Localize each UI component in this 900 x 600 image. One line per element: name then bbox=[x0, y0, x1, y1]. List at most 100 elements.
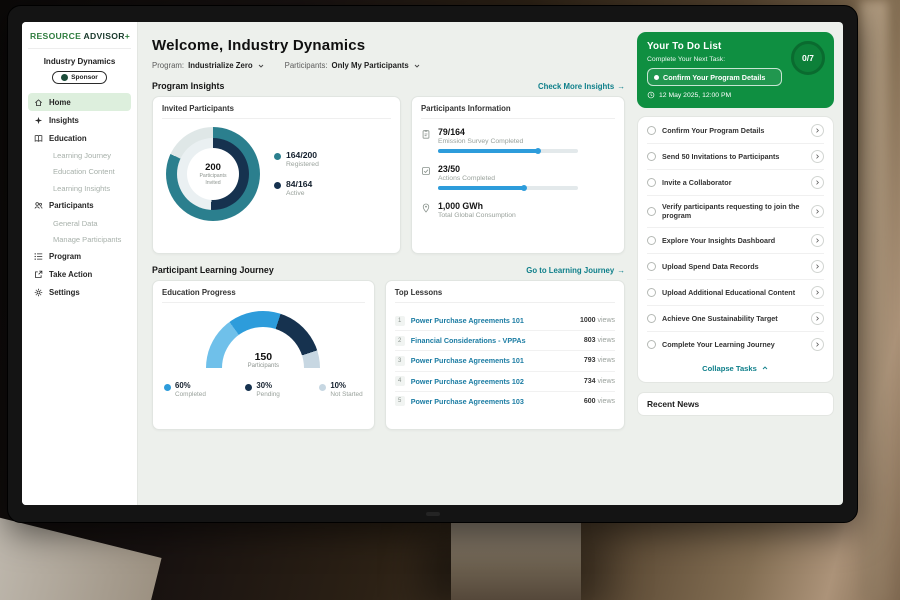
lesson-link[interactable]: Power Purchase Agreements 103 bbox=[411, 397, 578, 406]
todo-task-row[interactable]: Send 50 Invitations to Participants bbox=[647, 144, 824, 170]
collapse-tasks-link[interactable]: Collapse Tasks bbox=[647, 357, 824, 381]
sidebar-item-education-content[interactable]: Education Content bbox=[28, 164, 131, 181]
task-label: Confirm Your Program Details bbox=[662, 126, 805, 135]
task-open-button[interactable] bbox=[811, 312, 824, 325]
collapse-label: Collapse Tasks bbox=[702, 364, 757, 373]
task-open-button[interactable] bbox=[811, 150, 824, 163]
chevron-down-icon bbox=[257, 62, 265, 70]
sidebar-item-participants[interactable]: Participants bbox=[28, 197, 131, 215]
lesson-rank: 4 bbox=[395, 376, 405, 386]
sidebar-item-label: General Data bbox=[53, 219, 98, 228]
task-open-button[interactable] bbox=[811, 286, 824, 299]
sidebar-item-education[interactable]: Education bbox=[28, 129, 131, 147]
stat-row: 1,000 GWh Total Global Consumption bbox=[421, 201, 615, 219]
program-filter-label: Program: bbox=[152, 61, 184, 70]
task-open-button[interactable] bbox=[811, 124, 824, 137]
todo-task-row[interactable]: Upload Additional Educational Content bbox=[647, 280, 824, 306]
education-progress-card: Education Progress 150 Participants bbox=[152, 280, 375, 430]
todo-subtitle: Complete Your Next Task: bbox=[647, 56, 824, 63]
sidebar-item-label: Manage Participants bbox=[53, 235, 121, 244]
sponsor-badge-label: Sponsor bbox=[71, 74, 98, 81]
task-checkbox[interactable] bbox=[647, 262, 656, 271]
todo-task-row[interactable]: Verify participants requesting to join t… bbox=[647, 196, 824, 228]
sidebar-item-general-data[interactable]: General Data bbox=[28, 215, 131, 232]
todo-task-row[interactable]: Complete Your Learning Journey bbox=[647, 332, 824, 357]
legend-label: Not Started bbox=[330, 391, 362, 398]
stat-row: 23/50 Actions Completed bbox=[421, 164, 615, 190]
todo-summary-card: Your To Do List 0/7 Complete Your Next T… bbox=[637, 32, 834, 108]
check-more-insights-link[interactable]: Check More Insights → bbox=[538, 82, 625, 91]
sidebar-item-settings[interactable]: Settings bbox=[28, 284, 131, 302]
lesson-link[interactable]: Power Purchase Agreements 101 bbox=[411, 316, 574, 325]
task-open-button[interactable] bbox=[811, 205, 824, 218]
dashboard-screen: RESOURCE ADVISOR+ Industry Dynamics Spon… bbox=[22, 22, 843, 505]
task-open-button[interactable] bbox=[811, 234, 824, 247]
stat-row: 79/164 Emission Survey Completed bbox=[421, 127, 615, 153]
donut-legend: 164/200 Registered 84/164 Active bbox=[274, 151, 319, 198]
logo-plus: + bbox=[125, 31, 130, 41]
lesson-link[interactable]: Financial Considerations - VPPAs bbox=[411, 336, 578, 345]
card-title: Invited Participants bbox=[162, 104, 391, 119]
todo-task-row[interactable]: Invite a Collaborator bbox=[647, 170, 824, 196]
sidebar-item-label: Learning Journey bbox=[53, 151, 111, 160]
main-content: Welcome, Industry Dynamics Program: Indu… bbox=[138, 22, 637, 505]
task-checkbox[interactable] bbox=[647, 126, 656, 135]
lesson-link[interactable]: Power Purchase Agreements 102 bbox=[411, 377, 578, 386]
participants-filter[interactable]: Participants: Only My Participants bbox=[285, 61, 421, 70]
sidebar-item-learning-insights[interactable]: Learning Insights bbox=[28, 180, 131, 197]
task-open-button[interactable] bbox=[811, 260, 824, 273]
legend-item: 10% Not Started bbox=[319, 382, 362, 398]
program-filter-value: Industrialize Zero bbox=[188, 61, 253, 70]
sidebar-item-take-action[interactable]: Take Action bbox=[28, 266, 131, 284]
sponsor-icon bbox=[61, 74, 68, 81]
sidebar-item-learning-journey[interactable]: Learning Journey bbox=[28, 147, 131, 164]
sidebar-item-home[interactable]: Home bbox=[28, 93, 131, 111]
lesson-row: 4 Power Purchase Agreements 102 734 view… bbox=[395, 372, 615, 392]
org-name: Industry Dynamics bbox=[28, 57, 131, 66]
home-icon bbox=[34, 98, 43, 107]
section-title: Program Insights bbox=[152, 81, 224, 91]
task-checkbox[interactable] bbox=[647, 288, 656, 297]
lesson-views-value: 803 bbox=[584, 337, 596, 344]
go-to-learning-journey-link[interactable]: Go to Learning Journey → bbox=[526, 266, 625, 275]
location-pin-icon bbox=[421, 203, 431, 213]
link-label: Check More Insights bbox=[538, 82, 614, 91]
todo-task-row[interactable]: Upload Spend Data Records bbox=[647, 254, 824, 280]
legend-label: Pending bbox=[256, 391, 279, 398]
task-checkbox[interactable] bbox=[647, 314, 656, 323]
todo-task-row[interactable]: Explore Your Insights Dashboard bbox=[647, 228, 824, 254]
top-lessons-card: Top Lessons 1 Power Purchase Agreements … bbox=[385, 280, 625, 430]
task-checkbox[interactable] bbox=[647, 236, 656, 245]
lesson-views-value: 600 bbox=[584, 398, 596, 405]
chevron-up-icon bbox=[761, 364, 769, 372]
next-task-pill[interactable]: Confirm Your Program Details bbox=[647, 68, 782, 86]
lesson-row: 1 Power Purchase Agreements 101 1000 vie… bbox=[395, 311, 615, 331]
sidebar-item-label: Education bbox=[49, 134, 87, 143]
lesson-link[interactable]: Power Purchase Agreements 101 bbox=[411, 356, 578, 365]
sidebar-item-manage-participants[interactable]: Manage Participants bbox=[28, 231, 131, 248]
sidebar-item-program[interactable]: Program bbox=[28, 248, 131, 266]
chevron-right-icon bbox=[814, 127, 821, 134]
donut-center-value: 200 bbox=[205, 162, 221, 173]
donut-center: 200 Participants Invited bbox=[187, 148, 239, 200]
task-open-button[interactable] bbox=[811, 176, 824, 189]
task-open-button[interactable] bbox=[811, 338, 824, 351]
learning-journey-header: Participant Learning Journey Go to Learn… bbox=[152, 265, 625, 275]
recent-news-header[interactable]: Recent News bbox=[637, 392, 834, 416]
task-checkbox[interactable] bbox=[647, 340, 656, 349]
export-arrow-icon bbox=[34, 270, 43, 279]
lesson-views-unit: views bbox=[596, 378, 615, 385]
task-label: Verify participants requesting to join t… bbox=[662, 202, 805, 221]
donut-center-label: Participants Invited bbox=[194, 173, 232, 186]
program-filter[interactable]: Program: Industrialize Zero bbox=[152, 61, 265, 70]
task-checkbox[interactable] bbox=[647, 178, 656, 187]
todo-task-row[interactable]: Achieve One Sustainability Target bbox=[647, 306, 824, 332]
sponsor-badge[interactable]: Sponsor bbox=[52, 71, 107, 84]
todo-task-row[interactable]: Confirm Your Program Details bbox=[647, 118, 824, 144]
desk-object bbox=[0, 517, 162, 600]
sidebar-item-insights[interactable]: Insights bbox=[28, 111, 131, 129]
card-title: Education Progress bbox=[162, 288, 365, 303]
invited-card-body: 200 Participants Invited 164/200 Registe bbox=[162, 127, 391, 221]
task-checkbox[interactable] bbox=[647, 152, 656, 161]
task-checkbox[interactable] bbox=[647, 207, 656, 216]
